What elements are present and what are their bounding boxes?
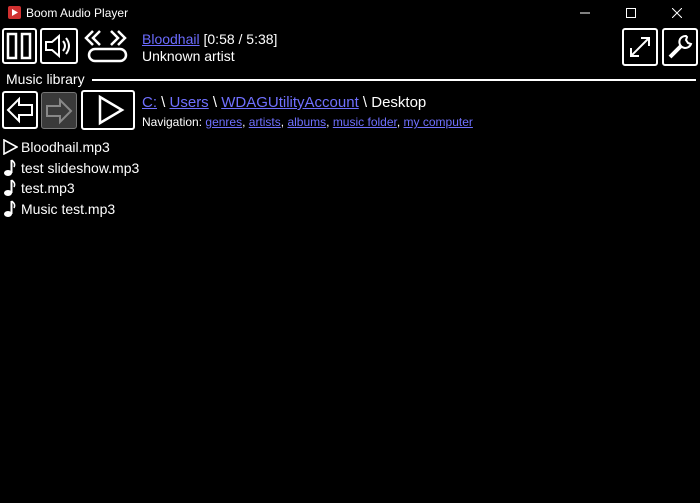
nav-link-my-computer[interactable]: my computer <box>404 115 473 129</box>
section-divider <box>92 79 696 81</box>
file-list: Bloodhail.mp3 test slideshow.mp3 test.mp… <box>2 137 139 219</box>
list-item[interactable]: test.mp3 <box>2 178 139 199</box>
breadcrumb-drive[interactable]: C: <box>142 94 157 111</box>
close-button[interactable] <box>654 0 700 26</box>
prev-next-repeat-icons <box>84 30 128 63</box>
window-title: Boom Audio Player <box>26 6 129 20</box>
fullscreen-button[interactable] <box>622 28 658 66</box>
title-bar: Boom Audio Player <box>0 0 700 26</box>
previous-icon <box>84 30 101 46</box>
play-icon <box>3 139 18 156</box>
now-playing: Bloodhail [0:58 / 5:38] <box>142 31 277 47</box>
breadcrumb-users[interactable]: Users <box>170 94 209 111</box>
playback-controls <box>80 28 135 64</box>
breadcrumb-account[interactable]: WDAGUtilityAccount <box>221 94 359 111</box>
pause-icon <box>6 32 32 60</box>
nav-link-albums[interactable]: albums <box>287 115 326 129</box>
list-item[interactable]: Music test.mp3 <box>2 199 139 220</box>
expand-icon <box>630 37 650 57</box>
close-icon <box>672 8 682 18</box>
navigation-links: Navigation: genres, artists, albums, mus… <box>142 115 473 129</box>
repeat-icon <box>87 47 128 63</box>
back-button[interactable] <box>2 91 38 129</box>
file-name: test.mp3 <box>21 180 75 197</box>
app-logo-icon <box>8 6 21 19</box>
pause-button[interactable] <box>2 28 37 64</box>
minimize-icon <box>580 12 590 14</box>
list-item[interactable]: Bloodhail.mp3 <box>2 137 139 158</box>
song-title-link[interactable]: Bloodhail <box>142 31 200 47</box>
file-name: test slideshow.mp3 <box>21 159 140 176</box>
list-item[interactable]: test slideshow.mp3 <box>2 158 139 179</box>
file-name: Music test.mp3 <box>21 200 116 217</box>
play-time: [0:58 / 5:38] <box>203 31 278 47</box>
music-library-header: Music library <box>6 71 88 87</box>
breadcrumb-current: Desktop <box>371 94 427 111</box>
nav-link-genres[interactable]: genres <box>205 115 242 129</box>
minimize-button[interactable] <box>562 0 608 26</box>
breadcrumb-separator: \ <box>208 94 222 111</box>
music-note-icon <box>4 179 16 197</box>
speaker-icon <box>45 33 70 59</box>
music-note-icon <box>4 159 16 176</box>
music-note-icon <box>4 200 16 217</box>
breadcrumb-separator: \ <box>157 94 170 111</box>
play-folder-button[interactable] <box>81 90 135 130</box>
next-icon <box>110 30 127 46</box>
arrow-left-icon <box>6 96 33 124</box>
artist-name: Unknown artist <box>142 48 235 64</box>
file-name: Bloodhail.mp3 <box>21 139 110 156</box>
nav-link-artists[interactable]: artists <box>249 115 281 129</box>
forward-button[interactable] <box>41 92 77 129</box>
navigation-label: Navigation: <box>142 115 203 129</box>
breadcrumb-separator: \ <box>358 94 372 111</box>
maximize-icon <box>626 8 636 18</box>
arrow-right-icon <box>46 97 73 124</box>
volume-button[interactable] <box>40 28 78 64</box>
settings-button[interactable] <box>662 28 698 66</box>
play-icon <box>98 94 125 126</box>
nav-link-music-folder[interactable]: music folder <box>333 115 397 129</box>
maximize-button[interactable] <box>608 0 654 26</box>
breadcrumb: C: \ Users \ WDAGUtilityAccount \ Deskto… <box>142 94 426 111</box>
wrench-icon <box>668 34 693 59</box>
